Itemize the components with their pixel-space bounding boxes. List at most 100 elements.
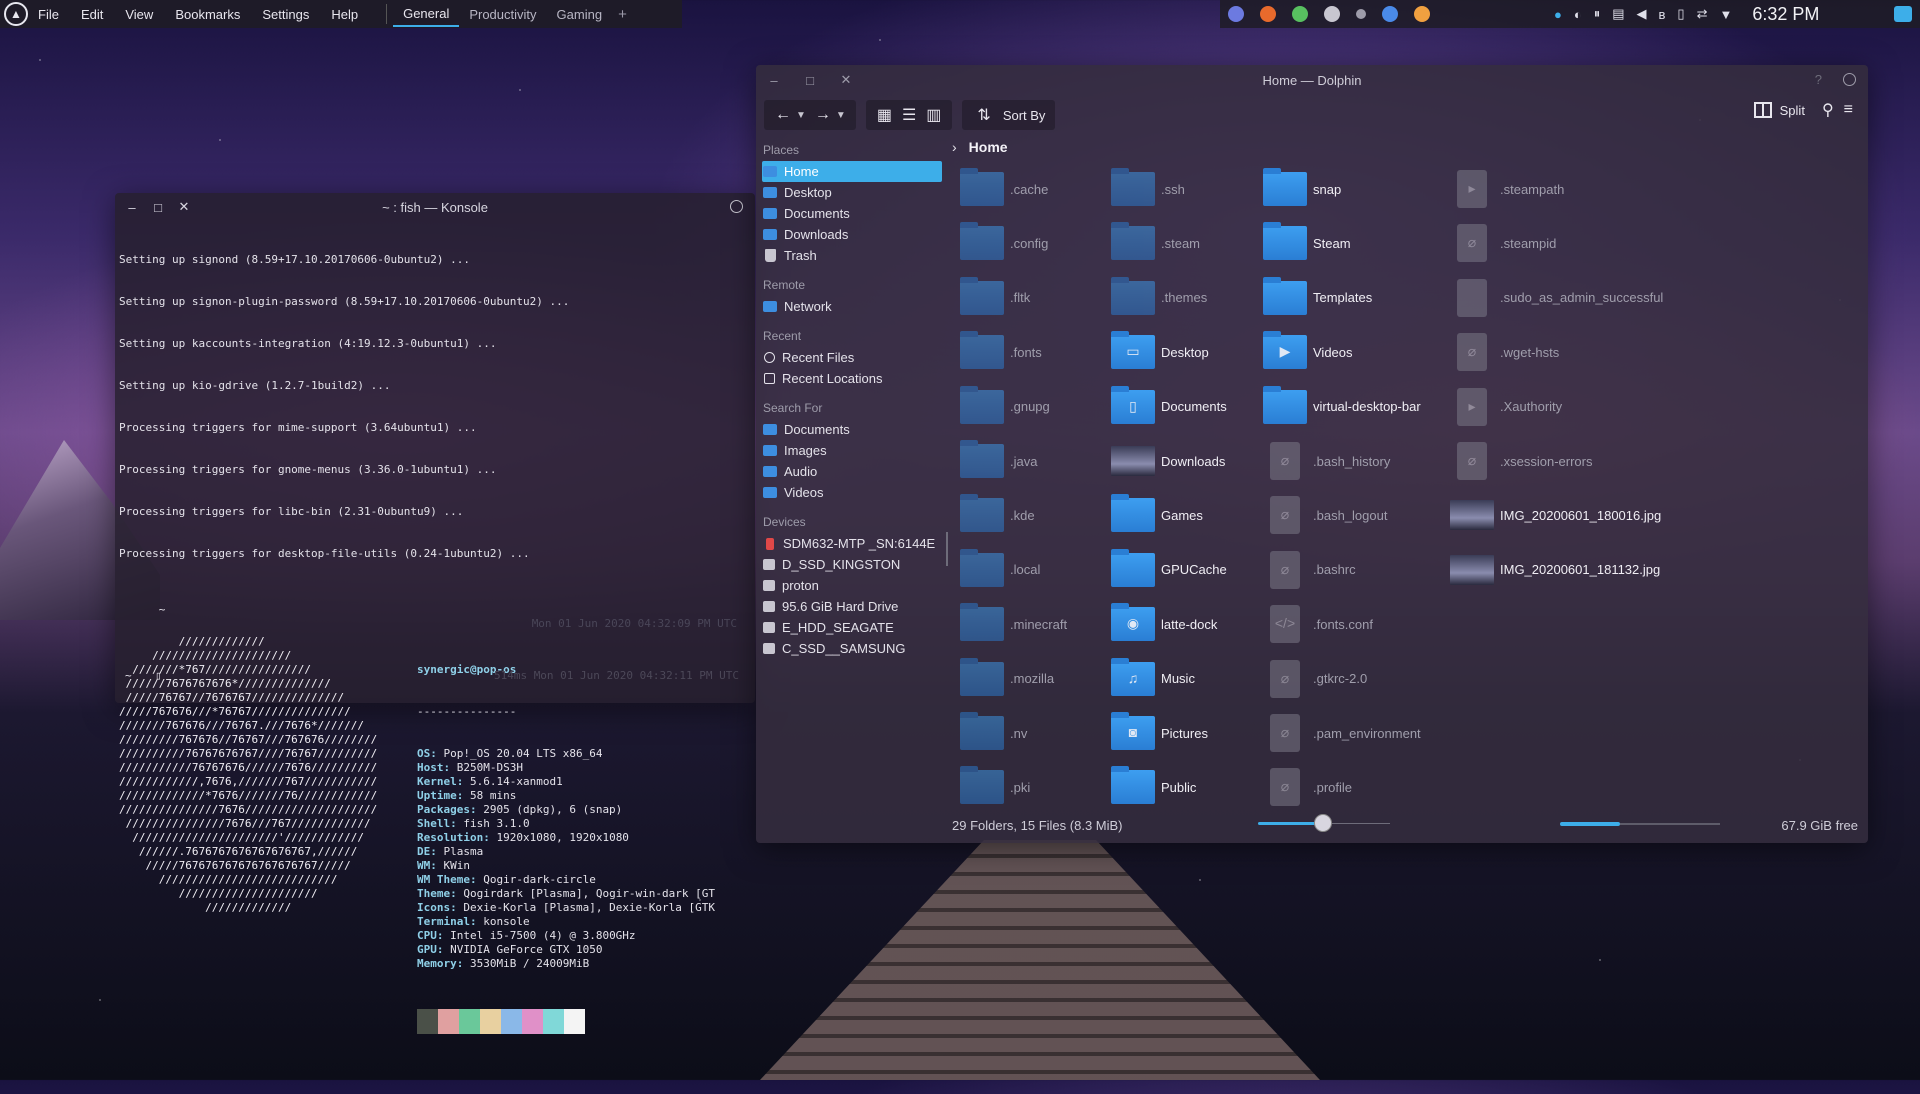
file-item[interactable]: ◙ Pictures xyxy=(1111,711,1208,755)
help-icon[interactable]: ? xyxy=(1815,72,1822,87)
android-icon[interactable] xyxy=(1292,6,1308,22)
file-item[interactable]: .pki xyxy=(960,765,1030,809)
app-launcher-icon[interactable]: ▲ xyxy=(4,2,28,26)
firefox-icon[interactable] xyxy=(1260,6,1276,22)
file-item[interactable]: ▭ Desktop xyxy=(1111,330,1209,374)
tray-expand-icon[interactable]: ▼ xyxy=(1719,7,1732,22)
file-item[interactable]: .config xyxy=(960,221,1048,265)
file-item[interactable]: .java xyxy=(960,439,1037,483)
add-desktop-button[interactable]: + xyxy=(618,6,627,23)
file-item[interactable]: virtual-desktop-bar xyxy=(1263,385,1421,429)
file-item[interactable]: .themes xyxy=(1111,276,1207,320)
places-item[interactable]: Images xyxy=(756,440,942,461)
desktop-tab-productivity[interactable]: Productivity xyxy=(459,3,546,26)
clock[interactable]: 6:32 PM xyxy=(1752,4,1819,25)
file-item[interactable]: Steam xyxy=(1263,221,1351,265)
file-item[interactable]: GPUCache xyxy=(1111,548,1227,592)
places-item[interactable]: Recent Locations xyxy=(756,368,942,389)
pause-icon[interactable]: ⏸ xyxy=(1594,6,1601,22)
bluetooth-app-icon[interactable] xyxy=(1356,9,1366,19)
menu-file[interactable]: File xyxy=(38,7,59,22)
file-item[interactable]: ⌀ .bash_history xyxy=(1263,439,1390,483)
pin-icon[interactable] xyxy=(730,200,743,213)
file-item[interactable]: .steam xyxy=(1111,221,1200,265)
discord-icon[interactable] xyxy=(1228,6,1244,22)
places-item[interactable]: SDM632-MTP _SN:6144E xyxy=(756,533,942,554)
places-item[interactable]: Documents xyxy=(756,203,942,224)
discord-tray-icon[interactable]: ◐ xyxy=(1574,7,1582,22)
places-item[interactable]: Recent Files xyxy=(756,347,942,368)
icons-view-icon[interactable]: ▦ xyxy=(877,105,892,125)
file-item[interactable]: Public xyxy=(1111,765,1196,809)
file-item[interactable]: </> .fonts.conf xyxy=(1263,602,1373,646)
breadcrumb-home[interactable]: Home xyxy=(969,139,1008,155)
sublime-icon[interactable] xyxy=(1414,6,1430,22)
file-item[interactable]: ⌀ .bashrc xyxy=(1263,548,1356,592)
file-item[interactable]: .mozilla xyxy=(960,657,1054,701)
file-item[interactable]: .gnupg xyxy=(960,385,1050,429)
places-item[interactable]: Downloads xyxy=(756,224,942,245)
file-item[interactable]: .sudo_as_admin_successful xyxy=(1450,276,1663,320)
places-item[interactable]: Audio xyxy=(756,461,942,482)
places-item[interactable]: Home xyxy=(762,161,942,182)
details-view-icon[interactable]: ☰ xyxy=(902,105,916,125)
settings-icon[interactable] xyxy=(1324,6,1340,22)
places-item[interactable]: 95.6 GiB Hard Drive xyxy=(756,596,942,617)
clipboard-icon[interactable]: ▤ xyxy=(1612,6,1624,22)
file-item[interactable]: IMG_20200601_181132.jpg xyxy=(1450,548,1660,592)
pin-icon[interactable] xyxy=(1843,73,1856,86)
file-item[interactable]: IMG_20200601_180016.jpg xyxy=(1450,493,1661,537)
file-item[interactable]: .kde xyxy=(960,493,1035,537)
file-item[interactable]: ▶ Videos xyxy=(1263,330,1353,374)
places-item[interactable]: Trash xyxy=(756,245,942,266)
info-tray-icon[interactable]: ● xyxy=(1554,7,1562,22)
show-desktop-icon[interactable] xyxy=(1894,6,1912,22)
back-history-icon[interactable]: ▼ xyxy=(796,110,806,121)
compact-view-icon[interactable]: ▥ xyxy=(926,105,941,125)
places-item[interactable]: proton xyxy=(756,575,942,596)
file-item[interactable]: .fltk xyxy=(960,276,1030,320)
menu-edit[interactable]: Edit xyxy=(81,7,103,22)
menu-settings[interactable]: Settings xyxy=(262,7,309,22)
file-item[interactable]: Downloads xyxy=(1111,439,1225,483)
places-item[interactable]: Documents xyxy=(756,419,942,440)
battery-icon[interactable]: ▯ xyxy=(1677,6,1684,22)
file-item[interactable]: ▸ .Xauthority xyxy=(1450,385,1562,429)
forward-icon[interactable]: → xyxy=(815,106,831,124)
menu-view[interactable]: View xyxy=(125,7,153,22)
chrome-icon[interactable] xyxy=(1382,6,1398,22)
forward-history-icon[interactable]: ▼ xyxy=(836,110,846,121)
zoom-slider-track[interactable] xyxy=(1330,823,1390,824)
menu-help[interactable]: Help xyxy=(331,7,358,22)
places-item[interactable]: E_HDD_SEAGATE xyxy=(756,617,942,638)
dolphin-titlebar[interactable]: – □ ✕ Home — Dolphin ? xyxy=(756,65,1868,95)
zoom-slider-fill[interactable] xyxy=(1258,822,1318,825)
sort-by-button[interactable]: ⇅ Sort By xyxy=(962,100,1056,130)
file-item[interactable]: ▸ .steampath xyxy=(1450,167,1564,211)
places-item[interactable]: Network xyxy=(756,296,942,317)
search-icon[interactable]: ⚲ xyxy=(1822,100,1834,120)
places-item[interactable]: C_SSD__SAMSUNG xyxy=(756,638,942,659)
hamburger-menu-icon[interactable]: ≡ xyxy=(1844,101,1853,119)
file-item[interactable]: ⌀ .bash_logout xyxy=(1263,493,1387,537)
file-item[interactable]: ⌀ .gtkrc-2.0 xyxy=(1263,657,1367,701)
file-item[interactable]: .cache xyxy=(960,167,1048,211)
kdeconnect-icon[interactable]: ⇄ xyxy=(1697,6,1708,22)
file-item[interactable]: snap xyxy=(1263,167,1341,211)
file-item[interactable]: Templates xyxy=(1263,276,1372,320)
file-item[interactable]: ⌀ .pam_environment xyxy=(1263,711,1421,755)
split-button[interactable]: Split xyxy=(1753,102,1805,118)
places-scrollbar[interactable] xyxy=(946,532,948,566)
file-item[interactable]: ⌀ .xsession-errors xyxy=(1450,439,1592,483)
file-item[interactable]: ⌀ .steampid xyxy=(1450,221,1556,265)
file-item[interactable]: Games xyxy=(1111,493,1203,537)
menu-bookmarks[interactable]: Bookmarks xyxy=(175,7,240,22)
konsole-titlebar[interactable]: – □ ✕ ~ : fish — Konsole xyxy=(115,193,755,221)
file-item[interactable]: .ssh xyxy=(1111,167,1185,211)
places-item[interactable]: Videos xyxy=(756,482,942,503)
places-item[interactable]: D_SSD_KINGSTON xyxy=(756,554,942,575)
file-item[interactable]: .nv xyxy=(960,711,1027,755)
back-icon[interactable]: ← xyxy=(775,106,791,124)
file-item[interactable]: .fonts xyxy=(960,330,1042,374)
terminal-output[interactable]: Setting up signond (8.59+17.10.20170606-… xyxy=(115,221,755,1094)
